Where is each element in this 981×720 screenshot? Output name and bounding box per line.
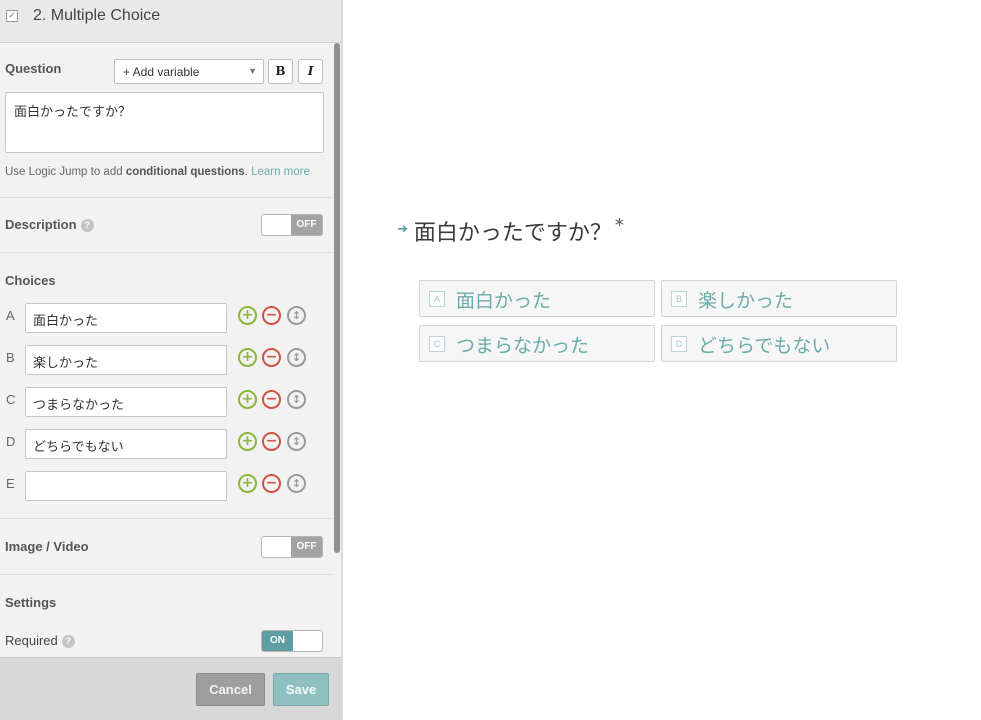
choice-key-b: B (671, 291, 687, 307)
cancel-button[interactable]: Cancel (196, 673, 265, 706)
remove-choice-icon[interactable]: − (262, 390, 281, 409)
check-icon: ✓ (6, 10, 18, 22)
panel-title: 2. Multiple Choice (33, 7, 161, 24)
choice-input-e[interactable] (25, 471, 227, 501)
logic-note-suffix: . (244, 166, 248, 178)
logic-note-prefix: Use Logic Jump to add (5, 166, 126, 178)
learn-more-link[interactable]: Learn more (251, 166, 310, 178)
required-setting: Required? (5, 633, 75, 649)
divider (0, 197, 333, 198)
preview-choice-d[interactable]: D どちらでもない (661, 325, 897, 362)
choice-key-d: D (671, 336, 687, 352)
remove-choice-icon[interactable]: − (262, 432, 281, 451)
question-label: Question (5, 61, 62, 76)
question-textarea[interactable]: 面白かったですか？ (5, 92, 324, 153)
choice-key-c: C (429, 336, 445, 352)
preview-choice-a[interactable]: A 面白かった (419, 280, 655, 317)
choice-letter-e: E (6, 476, 15, 491)
scrollbar-thumb[interactable] (334, 43, 340, 553)
preview-choice-b[interactable]: B 楽しかった (661, 280, 897, 317)
choice-input-c[interactable]: つまらなかった (25, 387, 227, 417)
choice-label-d: どちらでもない (698, 335, 831, 357)
logic-jump-note: Use Logic Jump to add conditional questi… (5, 166, 310, 178)
add-choice-icon[interactable]: + (238, 306, 257, 325)
divider (0, 518, 333, 519)
required-asterisk: * (614, 215, 624, 236)
choice-letter-c: C (6, 392, 16, 407)
reorder-choice-icon[interactable]: ↕ (287, 432, 306, 451)
required-toggle-state: ON (262, 631, 293, 651)
add-variable-dropdown[interactable]: + Add variable ▼ (114, 59, 264, 84)
choice-label-c: つまらなかった (456, 335, 590, 357)
reorder-choice-icon[interactable]: ↕ (287, 306, 306, 325)
divider (0, 252, 333, 253)
bold-button[interactable]: B (268, 59, 293, 84)
logic-note-bold: conditional questions (125, 166, 245, 178)
description-toggle-state: OFF (291, 215, 322, 235)
settings-label: Settings (5, 595, 57, 610)
choice-input-a[interactable]: 面白かった (25, 303, 227, 333)
help-icon[interactable]: ? (61, 635, 75, 649)
question-editor-panel: ✓ 2. Multiple Choice Question + Add vari… (0, 0, 343, 720)
panel-footer: Cancel Save (0, 657, 341, 720)
choice-input-d[interactable]: どちらでもない (25, 429, 227, 459)
choice-label-b: 楽しかった (698, 290, 794, 312)
add-choice-icon[interactable]: + (238, 474, 257, 493)
panel-header: ✓ 2. Multiple Choice (0, 0, 341, 43)
choice-key-a: A (429, 291, 445, 307)
required-label: Required (5, 633, 58, 648)
reorder-choice-icon[interactable]: ↕ (287, 348, 306, 367)
add-choice-icon[interactable]: + (238, 390, 257, 409)
add-choice-icon[interactable]: + (238, 432, 257, 451)
add-variable-label: + Add variable (123, 65, 200, 79)
image-video-label: Image / Video (5, 539, 89, 554)
help-icon[interactable]: ? (80, 219, 94, 233)
remove-choice-icon[interactable]: − (262, 474, 281, 493)
save-button[interactable]: Save (273, 673, 329, 706)
choice-letter-d: D (6, 434, 16, 449)
reorder-choice-icon[interactable]: ↕ (287, 474, 306, 493)
description-label: Description (5, 217, 77, 232)
choice-label-a: 面白かった (456, 290, 552, 312)
image-video-toggle-state: OFF (291, 537, 322, 557)
choice-letter-a: A (6, 308, 15, 323)
preview-question: ➜ 面白かったですか？ * (397, 215, 624, 247)
choice-letter-b: B (6, 350, 15, 365)
choices-label: Choices (5, 273, 56, 288)
remove-choice-icon[interactable]: − (262, 348, 281, 367)
choice-input-b[interactable]: 楽しかった (25, 345, 227, 375)
panel-scrollbar[interactable] (333, 43, 341, 657)
description-toggle[interactable]: OFF (261, 214, 323, 236)
remove-choice-icon[interactable]: − (262, 306, 281, 325)
image-video-toggle[interactable]: OFF (261, 536, 323, 558)
divider (0, 574, 333, 575)
reorder-choice-icon[interactable]: ↕ (287, 390, 306, 409)
description-section: Description? (5, 217, 94, 233)
chevron-down-icon: ▼ (248, 66, 257, 76)
arrow-right-icon: ➜ (397, 221, 408, 237)
add-choice-icon[interactable]: + (238, 348, 257, 367)
preview-question-text: 面白かったですか？ (413, 221, 612, 246)
required-toggle[interactable]: ON (261, 630, 323, 652)
italic-button[interactable]: I (298, 59, 323, 84)
preview-choice-c[interactable]: C つまらなかった (419, 325, 655, 362)
